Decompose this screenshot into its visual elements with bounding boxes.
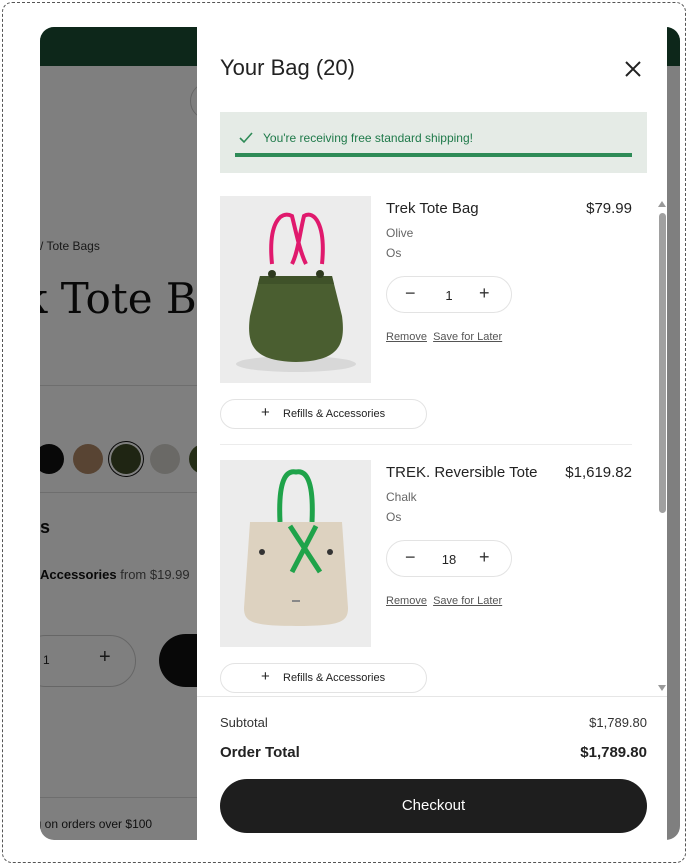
subtotal-value: $1,789.80 xyxy=(589,715,647,730)
quantity-value: 18 xyxy=(441,552,457,567)
quantity-stepper: − 18 + xyxy=(386,540,512,577)
product-image-trek-tote-olive[interactable] xyxy=(220,196,371,383)
item-color: Olive xyxy=(386,226,414,240)
order-total-value: $1,789.80 xyxy=(580,744,647,761)
scroll-down-arrow[interactable] xyxy=(658,685,666,691)
remove-link[interactable]: Remove xyxy=(386,331,427,343)
subtotal-label: Subtotal xyxy=(220,715,268,730)
remove-link[interactable]: Remove xyxy=(386,595,427,607)
plus-icon[interactable]: + xyxy=(479,283,490,304)
scroll-up-arrow[interactable] xyxy=(658,201,666,207)
cart-title: Your Bag (20) xyxy=(220,55,355,80)
free-shipping-banner: You're receiving free standard shipping! xyxy=(220,112,647,173)
scrollbar-thumb[interactable] xyxy=(659,213,666,513)
cart-drawer: Your Bag (20) You're receiving free stan… xyxy=(197,27,667,840)
item-price: $79.99 xyxy=(586,200,632,217)
quantity-value: 1 xyxy=(445,288,453,303)
item-actions: Remove Save for Later xyxy=(386,331,502,343)
cart-items-list: Trek Tote Bag $79.99 Olive Os − 1 + Remo… xyxy=(220,192,650,695)
item-size: Os xyxy=(386,246,402,260)
item-name[interactable]: Trek Tote Bag xyxy=(386,200,479,217)
divider xyxy=(220,444,632,445)
refills-accessories-button[interactable]: + Refills & Accessories xyxy=(220,663,427,693)
refills-label: Refills & Accessories xyxy=(283,408,386,420)
close-icon[interactable] xyxy=(622,58,644,80)
refills-label: Refills & Accessories xyxy=(283,672,386,684)
item-price: $1,619.82 xyxy=(565,464,632,481)
divider xyxy=(197,696,667,697)
shipping-message: You're receiving free standard shipping! xyxy=(263,131,473,145)
plus-icon[interactable]: + xyxy=(479,547,490,568)
quantity-stepper: − 1 + xyxy=(386,276,512,313)
refills-accessories-button[interactable]: + Refills & Accessories xyxy=(220,399,427,429)
order-total-label: Order Total xyxy=(220,744,300,761)
product-image-reversible-tote-chalk[interactable] xyxy=(220,460,371,647)
save-for-later-link[interactable]: Save for Later xyxy=(433,595,502,607)
shipping-progress-bar xyxy=(235,153,632,157)
plus-icon: + xyxy=(261,404,270,421)
item-color: Chalk xyxy=(386,490,417,504)
item-actions: Remove Save for Later xyxy=(386,595,502,607)
checkout-button[interactable]: Checkout xyxy=(220,779,647,833)
save-for-later-link[interactable]: Save for Later xyxy=(433,331,502,343)
item-size: Os xyxy=(386,510,402,524)
plus-icon: + xyxy=(261,668,270,685)
item-name[interactable]: TREK. Reversible Tote xyxy=(386,464,537,481)
check-icon xyxy=(239,131,253,149)
